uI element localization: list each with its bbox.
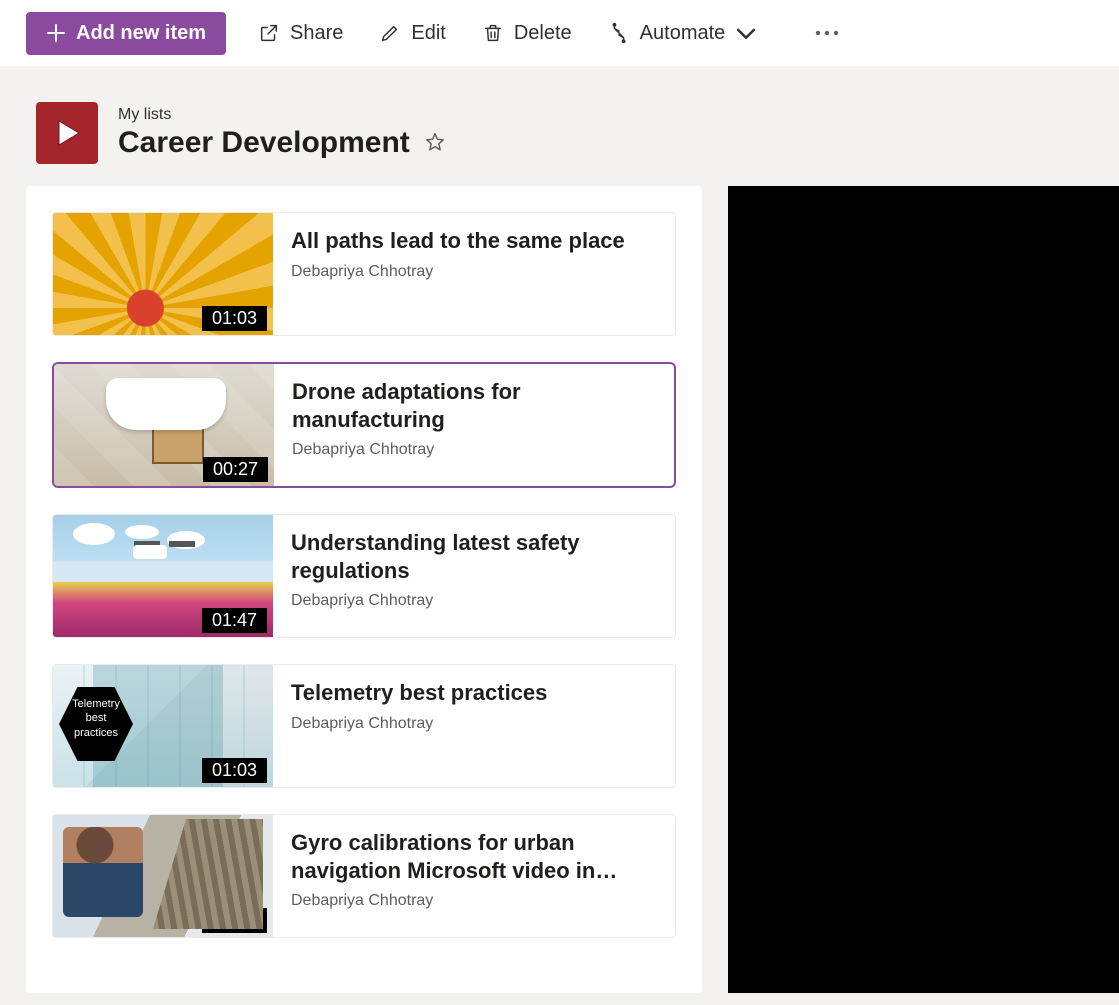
video-player[interactable]	[728, 186, 1119, 993]
plus-icon	[46, 23, 66, 43]
list-panel: 01:03 All paths lead to the same place Deb…	[26, 186, 702, 993]
duration-badge: 01:03	[202, 758, 267, 783]
list-item[interactable]: 01:47Understanding latest safety regulat…	[52, 514, 676, 638]
content-area: 01:03 All paths lead to the same place Deb…	[0, 186, 1119, 993]
list-item[interactable]: 00:27Drone adaptations for manufacturing…	[52, 362, 676, 488]
edit-button[interactable]: Edit	[375, 16, 449, 51]
thumbnail: 01:03	[53, 665, 273, 787]
thumbnail: 01:47	[53, 515, 273, 637]
page-title: Career Development	[118, 126, 410, 160]
overflow-menu-button[interactable]	[807, 13, 847, 53]
add-new-item-label: Add new item	[76, 22, 206, 45]
star-icon	[424, 131, 446, 153]
duration-badge: 01:47	[202, 608, 267, 633]
card-body: Drone adaptations for manufacturing Debap…	[274, 364, 674, 486]
item-title: Telemetry best practices	[291, 679, 547, 707]
item-author: Debapriya Chhotray	[292, 441, 656, 459]
item-title: Gyro calibrations for urban navigation M…	[291, 829, 657, 884]
ellipsis-icon	[815, 30, 839, 36]
item-author: Debapriya Chhotray	[291, 715, 547, 733]
thumbnail: 00:27	[54, 364, 274, 486]
edit-label: Edit	[411, 22, 445, 45]
share-icon	[258, 22, 280, 44]
item-title: All paths lead to the same place	[291, 227, 625, 255]
card-body: All paths lead to the same place Debapriy…	[273, 213, 643, 335]
duration-badge: 01:23	[202, 908, 267, 933]
item-title: Drone adaptations for manufacturing	[292, 378, 656, 433]
delete-label: Delete	[514, 22, 572, 45]
duration-badge: 01:03	[202, 306, 267, 331]
card-body: Gyro calibrations for urban navigation M…	[273, 815, 675, 937]
item-author: Debapriya Chhotray	[291, 263, 625, 281]
thumbnail: 01:23	[53, 815, 273, 937]
list-item[interactable]: 01:23 Gyro calibrations for urban navigat…	[52, 814, 676, 938]
pencil-icon	[379, 22, 401, 44]
share-button[interactable]: Share	[254, 16, 347, 51]
item-title: Understanding latest safety regulations	[291, 529, 657, 584]
chevron-down-icon	[735, 22, 757, 44]
item-author: Debapriya Chhotray	[291, 892, 657, 910]
item-author: Debapriya Chhotray	[291, 592, 657, 610]
add-new-item-button[interactable]: Add new item	[26, 12, 226, 55]
toolbar: Add new item Share Edit Delete Automate	[0, 0, 1119, 66]
share-label: Share	[290, 22, 343, 45]
card-body: Telemetry best practices Debapriya Chhotr…	[273, 665, 565, 787]
duration-badge: 00:27	[203, 457, 268, 482]
card-body: Understanding latest safety regulations D…	[273, 515, 675, 637]
automate-label: Automate	[640, 22, 726, 45]
list-icon	[36, 102, 98, 164]
automate-icon	[608, 22, 630, 44]
delete-button[interactable]: Delete	[478, 16, 576, 51]
list-header: My lists Career Development	[0, 66, 1119, 186]
list-item[interactable]: 01:03 All paths lead to the same place Deb…	[52, 212, 676, 336]
list-item[interactable]: 01:03 Telemetry best practices Debapriya C…	[52, 664, 676, 788]
play-icon	[51, 117, 83, 149]
automate-button[interactable]: Automate	[604, 16, 762, 51]
trash-icon	[482, 22, 504, 44]
breadcrumb[interactable]: My lists	[118, 106, 446, 124]
thumbnail: 01:03	[53, 213, 273, 335]
favorite-button[interactable]	[424, 131, 446, 156]
